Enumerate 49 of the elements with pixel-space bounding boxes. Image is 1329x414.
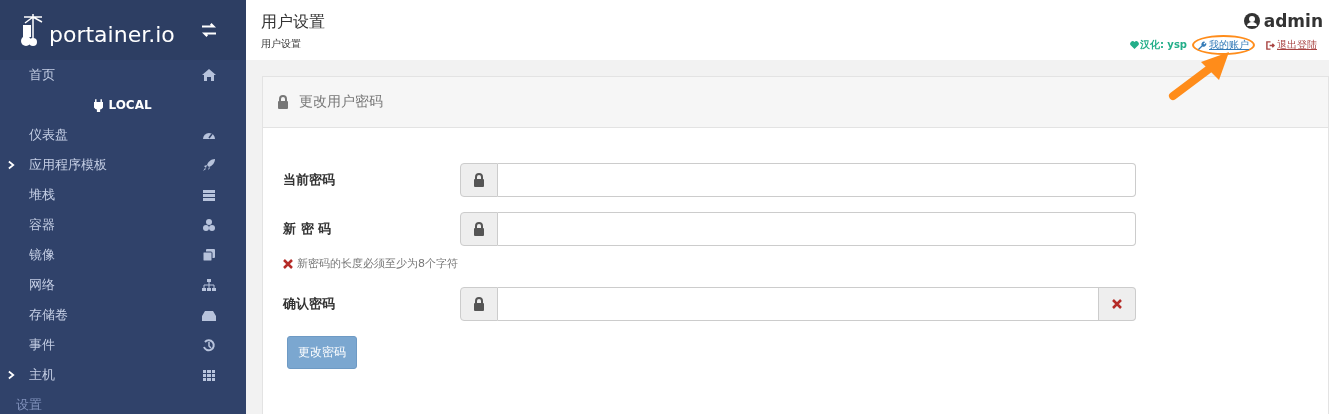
page-title: 用户设置 [261,12,325,33]
sitemap-icon [202,278,216,292]
plug-icon [94,98,104,112]
sidebar-item[interactable]: 事件 [0,330,246,360]
sidebar-item[interactable]: 网络 [0,270,246,300]
sidebar-item[interactable]: 仪表盘 [0,120,246,150]
lock-icon [473,222,485,236]
credit-text: 汉化: ysp [1139,38,1187,52]
lock-icon [473,297,485,311]
sidebar-heading: 设置 [15,396,43,414]
sidebar-item[interactable]: 应用程序模板 [0,150,246,180]
grid-icon [202,368,216,382]
cubes-icon [202,218,216,232]
sign-out-icon [1266,40,1275,50]
history-icon [202,338,216,352]
swap-icon[interactable] [200,23,218,37]
list-icon [202,188,216,202]
user-name: admin [1263,11,1323,31]
heart-icon [1129,41,1139,49]
logo-text: portainer.io [49,24,175,46]
password-field[interactable] [498,212,1136,246]
field-label: 当前密码 [283,171,336,189]
lock-icon [473,173,485,187]
error-message: 新密码的长度必须至少为8个字符 [297,256,458,271]
endpoint-name: LOCAL [108,98,152,112]
sidebar-item[interactable]: 容器 [0,210,246,240]
header-link[interactable]: 退出登陆 [1277,38,1317,52]
field-label: 新 密 码 [283,220,333,238]
rocket-icon [202,158,216,172]
sidebar-item[interactable]: 主机 [0,360,246,390]
sidebar-item[interactable]: 存储卷 [0,300,246,330]
drive-icon [202,308,216,322]
wrench-icon [1198,40,1207,50]
copy-icon [202,248,216,262]
breadcrumb: 用户设置 [261,37,302,51]
password-field[interactable] [498,287,1099,321]
password-field[interactable] [498,163,1136,197]
chevron-icon [8,370,15,380]
cross-icon [283,258,293,269]
chevron-icon [8,160,15,170]
panel-title: 更改用户密码 [299,93,383,111]
home-icon [202,68,216,82]
sidebar-item[interactable]: 堆栈 [0,180,246,210]
cross-icon [1112,299,1122,309]
sidebar-item[interactable]: 镜像 [0,240,246,270]
lock-icon [277,95,289,109]
sidebar-item[interactable]: 首页 [0,60,246,90]
field-label: 确认密码 [283,295,336,313]
user-icon [1243,13,1260,29]
